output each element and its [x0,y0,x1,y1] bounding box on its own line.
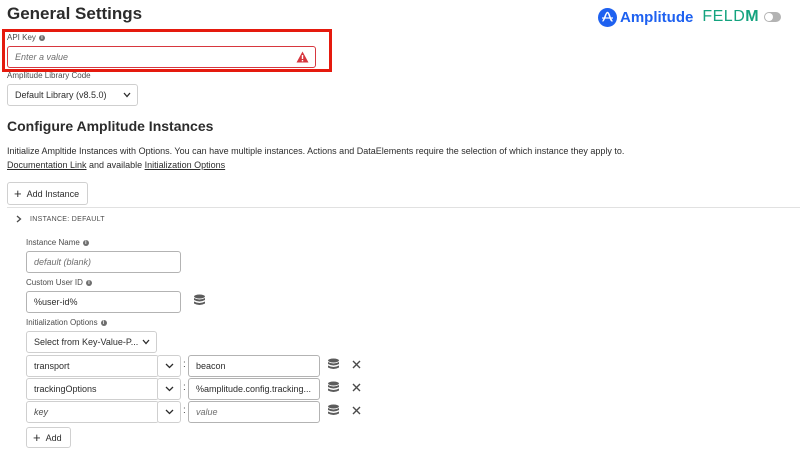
option-key-select[interactable]: key [26,401,159,423]
custom-user-id-input[interactable]: %user-id% [26,291,181,313]
kv-preset-picker[interactable]: Select from Key-Value-P... [26,331,157,353]
instance-name-label: Instance Name i [26,238,89,247]
option-key-placeholder: key [34,407,49,417]
instance-accordion-header[interactable]: INSTANCE: DEFAULT [16,215,105,223]
option-value-input[interactable]: beacon [188,355,320,377]
add-option-button[interactable]: + Add [26,427,71,448]
option-key-dropdown[interactable] [157,355,181,377]
amplitude-wordmark: Amplitude [620,8,694,26]
option-key-dropdown[interactable] [157,401,181,423]
option-key-value: trackingOptions [34,384,97,394]
api-key-input[interactable]: Enter a value [7,46,316,68]
option-key-value: transport [34,361,70,371]
amplitude-logo-icon [598,7,617,27]
chevron-down-icon [123,92,131,98]
library-picker[interactable]: Default Library (v8.5.0) [7,84,138,106]
library-label: Amplitude Library Code [7,71,91,80]
option-key-select[interactable]: trackingOptions [26,378,159,400]
info-icon[interactable]: i [38,34,45,41]
instance-name-placeholder: default (blank) [34,257,92,267]
option-key-dropdown[interactable] [157,378,181,400]
data-element-icon[interactable] [327,404,340,418]
custom-user-id-label: Custom User ID i [26,278,92,287]
kv-preset-selected: Select from Key-Value-P... [34,337,139,347]
info-icon[interactable]: i [100,319,107,326]
chevron-down-icon [165,386,174,392]
custom-user-id-label-text: Custom User ID [26,278,83,287]
data-element-icon[interactable] [327,381,340,395]
brand-logos: Amplitude FELDM [598,6,782,28]
api-key-label-text: API Key [7,33,36,42]
chevron-down-icon [142,339,150,345]
instance-name-input[interactable]: default (blank) [26,251,181,273]
option-value-placeholder: value [196,407,218,417]
feldm-logo: FELDM [702,8,759,26]
init-options-label: Initialization Options i [26,318,107,327]
option-value-text: %amplitude.config.tracking... [196,384,312,394]
add-instance-button[interactable]: + Add Instance [7,182,89,205]
instances-title: Configure Amplitude Instances [7,118,214,134]
feldm-logo-suffix: M [745,8,760,25]
section-divider [7,207,800,208]
key-value-separator: : [183,359,186,370]
page-title: General Settings [7,4,143,23]
remove-icon[interactable] [352,360,361,369]
instance-header-label: INSTANCE: DEFAULT [30,215,105,223]
chevron-down-icon [165,363,174,369]
links-connector: and available [86,160,145,170]
info-icon[interactable]: i [85,279,92,286]
data-element-icon[interactable] [193,294,206,308]
instances-links: Documentation Link and available Initial… [7,160,225,170]
warning-icon [296,51,309,65]
plus-icon: + [33,430,41,445]
chevron-right-icon [16,215,22,223]
instances-description: Initialize Ampltide Instances with Optio… [7,146,625,156]
feldm-logo-prefix: FELD [702,8,746,25]
option-value-input[interactable]: %amplitude.config.tracking... [188,378,320,400]
library-selected: Default Library (v8.5.0) [15,90,107,100]
custom-user-id-value: %user-id% [34,297,78,307]
option-value-text: beacon [196,361,226,371]
add-option-label: Add [45,432,62,443]
key-value-separator: : [183,382,186,393]
remove-icon[interactable] [352,406,361,415]
instance-name-label-text: Instance Name [26,238,80,247]
documentation-link[interactable]: Documentation Link [7,160,87,170]
data-element-icon[interactable] [327,358,340,372]
option-value-input[interactable]: value [188,401,320,423]
chevron-down-icon [165,409,174,415]
remove-icon[interactable] [352,383,361,392]
plus-icon: + [14,186,22,201]
option-key-select[interactable]: transport [26,355,159,377]
info-icon[interactable]: i [82,239,89,246]
api-key-placeholder: Enter a value [15,52,69,62]
api-key-label: API Key i [7,33,45,42]
add-instance-label: Add Instance [26,188,80,199]
init-options-label-text: Initialization Options [26,318,98,327]
key-value-separator: : [183,405,186,416]
initialization-options-link[interactable]: Initialization Options [145,160,226,170]
theme-toggle[interactable] [764,12,782,22]
